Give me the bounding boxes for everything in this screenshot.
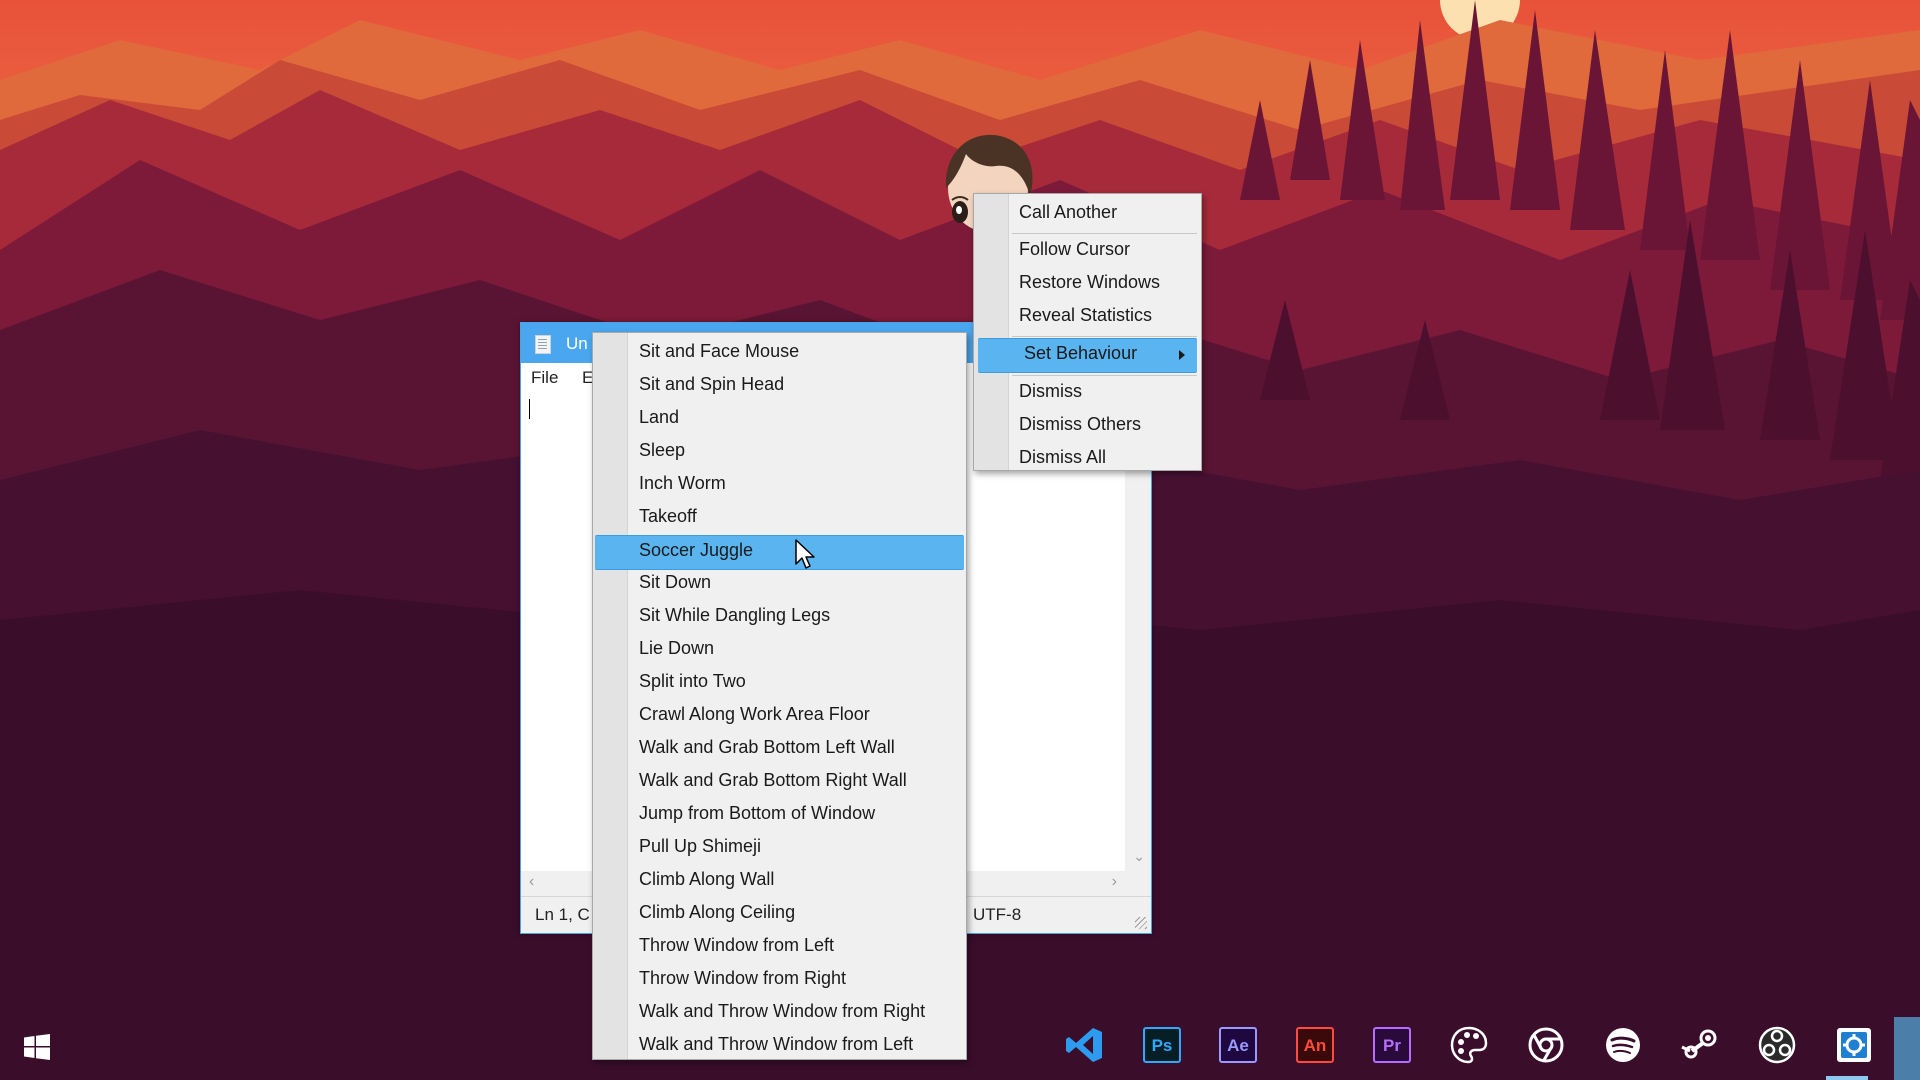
menu-item-label: Call Another	[1019, 202, 1118, 222]
menu-item-label: Sit Down	[639, 572, 712, 592]
show-desktop-button[interactable]	[1894, 1017, 1920, 1080]
behaviour-item-land[interactable]: Land	[593, 403, 966, 436]
behaviour-item-sit-down[interactable]: Sit Down	[593, 568, 966, 601]
submenu-arrow-icon	[1179, 350, 1185, 360]
menu-item-label: Climb Along Ceiling	[639, 902, 796, 922]
context-item-dismiss-others[interactable]: Dismiss Others	[974, 410, 1201, 443]
context-item-reveal-statistics[interactable]: Reveal Statistics	[974, 301, 1201, 334]
after-effects-icon[interactable]: Ae	[1218, 1025, 1258, 1065]
behaviour-item-sit-and-spin-head[interactable]: Sit and Spin Head	[593, 370, 966, 403]
behaviour-item-split-into-two[interactable]: Split into Two	[593, 667, 966, 700]
behaviour-item-jump-from-bottom-of-window[interactable]: Jump from Bottom of Window	[593, 799, 966, 832]
premiere-icon[interactable]: Pr	[1372, 1025, 1412, 1065]
menu-item-label: Walk and Grab Bottom Right Wall	[639, 770, 907, 790]
animate-icon[interactable]: An	[1295, 1025, 1335, 1065]
premiere-label: Pr	[1383, 1036, 1401, 1055]
menu-item-label: Sleep	[639, 440, 686, 460]
photoshop-label: Ps	[1152, 1036, 1173, 1055]
menu-item-label: Lie Down	[639, 638, 715, 658]
menu-item-label: Sit and Spin Head	[639, 374, 785, 394]
behaviour-item-walk-and-grab-bottom-right-wall[interactable]: Walk and Grab Bottom Right Wall	[593, 766, 966, 799]
menu-file[interactable]: File	[531, 368, 558, 388]
behaviour-item-climb-along-ceiling[interactable]: Climb Along Ceiling	[593, 898, 966, 931]
menu-item-label: Jump from Bottom of Window	[639, 803, 876, 823]
mouse-cursor-icon	[795, 539, 817, 571]
windows-logo-icon[interactable]	[24, 1034, 50, 1060]
spotify-icon[interactable]	[1603, 1025, 1643, 1065]
behaviour-item-sleep[interactable]: Sleep	[593, 436, 966, 469]
menu-item-label: Inch Worm	[639, 473, 726, 493]
menu-item-label: Restore Windows	[1019, 272, 1161, 292]
behaviour-item-walk-and-grab-bottom-left-wall[interactable]: Walk and Grab Bottom Left Wall	[593, 733, 966, 766]
menu-item-label: Sit While Dangling Legs	[639, 605, 831, 625]
behaviour-item-sit-while-dangling-legs[interactable]: Sit While Dangling Legs	[593, 601, 966, 634]
chrome-icon[interactable]	[1526, 1025, 1566, 1065]
scroll-down-arrow-icon[interactable]: ⌄	[1133, 848, 1145, 865]
vscode-icon[interactable]	[1064, 1025, 1104, 1065]
behaviour-item-lie-down[interactable]: Lie Down	[593, 634, 966, 667]
menu-item-label: Dismiss All	[1019, 447, 1107, 467]
steam-icon[interactable]	[1680, 1025, 1720, 1065]
menu-item-label: Crawl Along Work Area Floor	[639, 704, 870, 724]
palette-icon[interactable]	[1449, 1025, 1489, 1065]
menu-item-label: Land	[639, 407, 680, 427]
menu-separator	[1012, 336, 1197, 337]
behaviour-item-pull-up-shimeji[interactable]: Pull Up Shimeji	[593, 832, 966, 865]
menu-item-label: Dismiss	[1019, 381, 1082, 401]
behaviour-item-takeoff[interactable]: Takeoff	[593, 502, 966, 535]
animate-label: An	[1304, 1036, 1327, 1055]
behaviour-item-crawl-along-work-area-floor[interactable]: Crawl Along Work Area Floor	[593, 700, 966, 733]
menu-separator	[1012, 233, 1197, 234]
notepad-title: Un	[566, 334, 588, 353]
menu-item-label: Soccer Juggle	[639, 540, 754, 560]
context-item-set-behaviour[interactable]: Set Behaviour	[978, 338, 1197, 373]
context-item-follow-cursor[interactable]: Follow Cursor	[974, 235, 1201, 268]
context-item-dismiss-all[interactable]: Dismiss All	[974, 443, 1201, 476]
scroll-right-arrow-icon[interactable]: ›	[1112, 873, 1117, 891]
context-item-restore-windows[interactable]: Restore Windows	[974, 268, 1201, 301]
scroll-left-arrow-icon[interactable]: ‹	[529, 873, 534, 891]
shimeji-icon[interactable]	[1834, 1025, 1874, 1065]
obs-icon[interactable]	[1757, 1025, 1797, 1065]
menu-item-label: Walk and Grab Bottom Left Wall	[639, 737, 895, 757]
notepad-icon	[535, 335, 551, 354]
text-caret	[529, 399, 530, 419]
menu-item-label: Split into Two	[639, 671, 746, 691]
behaviour-item-soccer-juggle[interactable]: Soccer Juggle	[595, 535, 964, 570]
menu-item-label: Climb Along Wall	[639, 869, 775, 889]
menu-item-label: Follow Cursor	[1019, 239, 1131, 259]
after-effects-label: Ae	[1227, 1036, 1249, 1055]
status-encoding: UTF-8	[973, 905, 1022, 924]
taskbar: Ps Ae An Pr	[0, 1010, 1920, 1080]
behaviour-item-inch-worm[interactable]: Inch Worm	[593, 469, 966, 502]
behaviour-item-climb-along-wall[interactable]: Climb Along Wall	[593, 865, 966, 898]
menu-item-label: Reveal Statistics	[1019, 305, 1153, 325]
photoshop-icon[interactable]: Ps	[1142, 1025, 1182, 1065]
resize-grip-icon[interactable]	[1135, 917, 1147, 929]
menu-item-label: Throw Window from Right	[639, 968, 847, 988]
context-item-dismiss[interactable]: Dismiss	[974, 377, 1201, 410]
behaviour-item-throw-window-from-right[interactable]: Throw Window from Right	[593, 964, 966, 997]
shimeji-context-menu: Call Another Follow Cursor Restore Windows…	[973, 193, 1202, 471]
menu-item-label: Throw Window from Left	[639, 935, 835, 955]
status-cursor-position: Ln 1, C	[535, 905, 590, 924]
menu-item-label: Sit and Face Mouse	[639, 341, 800, 361]
behaviour-item-sit-and-face-mouse[interactable]: Sit and Face Mouse	[593, 337, 966, 370]
taskbar-active-indicator	[1826, 1076, 1868, 1080]
menu-item-label: Pull Up Shimeji	[639, 836, 762, 856]
menu-separator	[1012, 375, 1197, 376]
context-item-call-another[interactable]: Call Another	[974, 198, 1201, 231]
menu-item-label: Takeoff	[639, 506, 697, 526]
menu-item-label: Dismiss Others	[1019, 414, 1142, 434]
behaviour-item-throw-window-from-left[interactable]: Throw Window from Left	[593, 931, 966, 964]
behaviour-submenu: Sit and Face Mouse Sit and Spin Head Land S…	[592, 332, 967, 1060]
menu-item-label: Set Behaviour	[1024, 343, 1138, 363]
